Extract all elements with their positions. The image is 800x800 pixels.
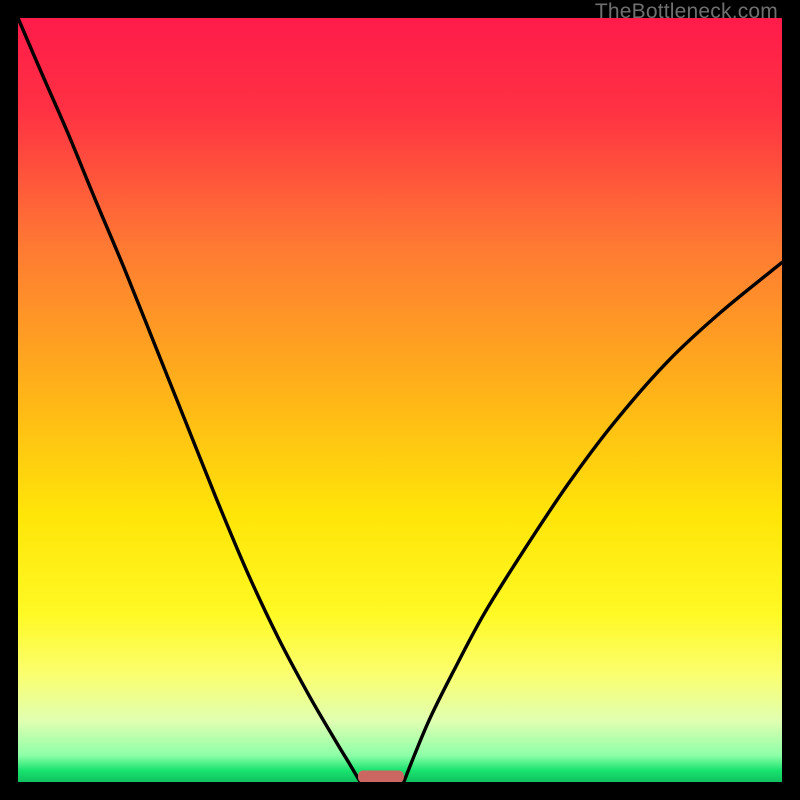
- bottleneck-marker: [358, 771, 404, 782]
- gradient-rect: [18, 18, 782, 782]
- bottleneck-chart: [18, 18, 782, 782]
- chart-frame: [18, 18, 782, 782]
- watermark-text: TheBottleneck.com: [595, 0, 778, 24]
